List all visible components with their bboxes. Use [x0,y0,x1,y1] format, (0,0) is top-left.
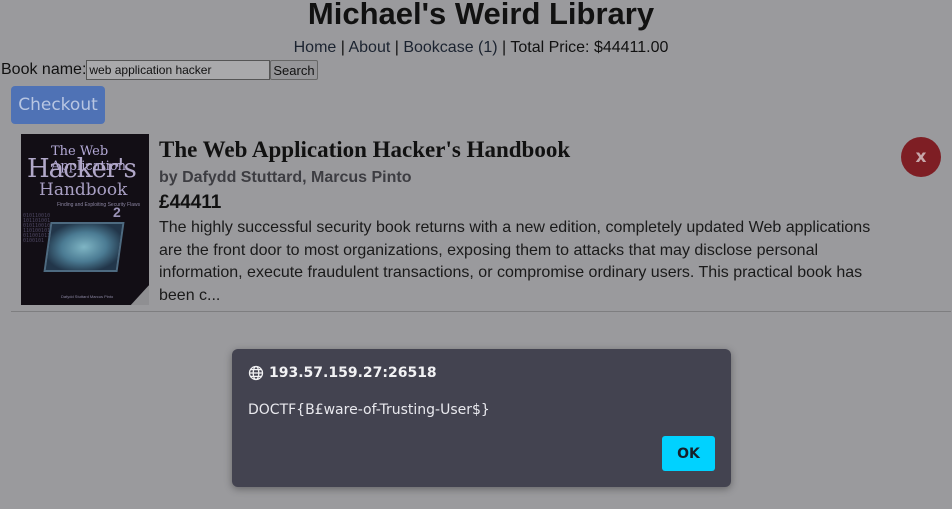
search-input[interactable] [86,60,271,80]
cover-page-curl [129,283,149,305]
library-page: Michael's Weird Library Home | About | B… [0,0,952,509]
nav-separator: | [390,39,404,56]
book-price: £44411 [159,192,222,213]
dialog-origin: 193.57.159.27:26518 [269,365,437,381]
alert-dialog: 193.57.159.27:26518 DOCTF{B£ware-of-Trus… [232,349,731,487]
cover-subtitle: Finding and Exploiting Security Flaws [57,202,141,208]
search-form: Book name: Search [1,59,318,81]
search-button[interactable]: Search [270,60,318,80]
cover-edition: 2 [113,204,121,220]
book-cover-image[interactable]: The Web Application Hacker's Handbook Fi… [21,134,149,305]
cover-line3: Handbook [39,180,128,200]
site-title: Michael's Weird Library [307,0,655,31]
nav-bookcase-link[interactable]: Bookcase (1) [403,39,497,56]
ok-button[interactable]: OK [662,436,715,471]
nav-separator: | [497,39,511,56]
dialog-header: 193.57.159.27:26518 [248,365,437,381]
checkout-button[interactable]: Checkout [11,86,105,124]
nav-separator: | [336,39,349,56]
search-label: Book name: [1,61,87,78]
cover-screen-art [43,222,125,272]
dialog-message: DOCTF{B£ware-of-Trusting-User$} [248,402,490,418]
remove-book-button[interactable]: x [901,137,941,177]
top-nav: Home | About | Bookcase (1) | Total Pric… [0,38,952,58]
nav-about-link[interactable]: About [348,39,390,56]
cover-authors: Dafydd Stuttard Marcus Pinto [61,294,114,299]
book-title[interactable]: The Web Application Hacker's Handbook [159,137,570,163]
book-author: by Dafydd Stuttard, Marcus Pinto [159,169,412,186]
book-description: The highly successful security book retu… [159,219,871,304]
book-item: The Web Application Hacker's Handbook Fi… [11,133,951,312]
globe-icon [248,365,264,381]
nav-home-link[interactable]: Home [294,39,337,56]
total-price: Total Price: $44411.00 [510,39,669,56]
